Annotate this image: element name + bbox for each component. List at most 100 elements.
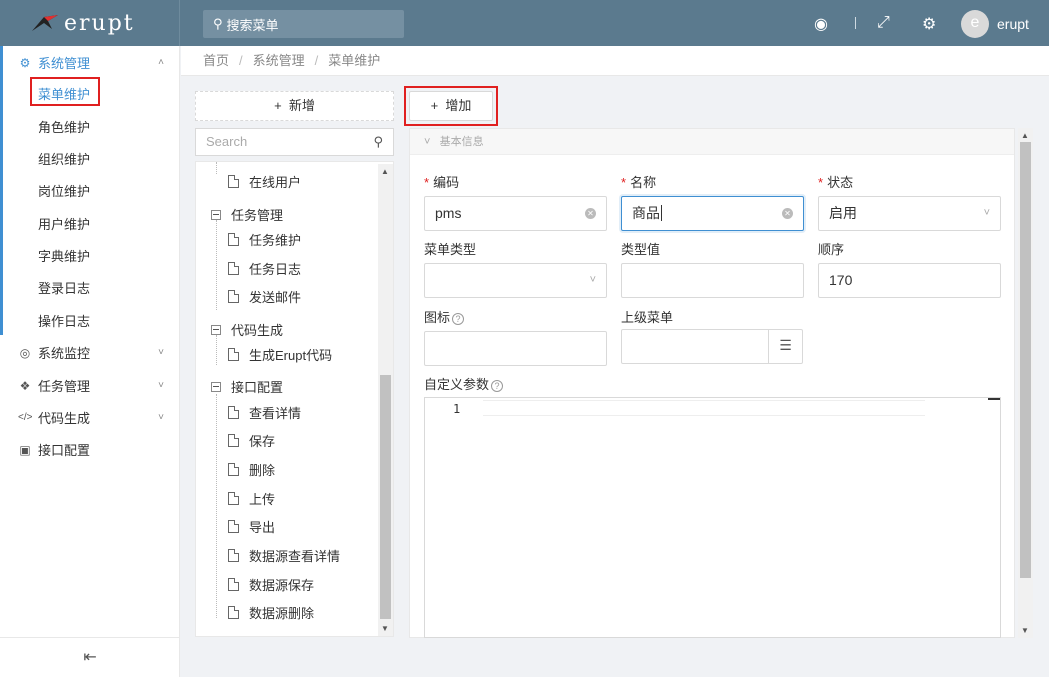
settings-gear-icon[interactable]: ⚙ <box>922 14 936 34</box>
tree-node[interactable]: 生成Erupt代码 <box>228 345 332 364</box>
tree-connector <box>216 162 217 174</box>
sidebar-group-label: 接口配置 <box>38 443 91 458</box>
sidebar-group-monitor[interactable]: ◎ 系统监控 ˅ <box>18 343 180 362</box>
chevron-down-icon: ˅ <box>158 412 164 423</box>
tree-node[interactable]: 任务日志 <box>228 259 301 278</box>
section-title: 基本信息 <box>439 136 484 148</box>
scroll-down-icon[interactable]: ▼ <box>381 624 389 633</box>
chevron-down-icon: ˅ <box>983 207 990 219</box>
file-icon <box>228 492 239 505</box>
tree-node[interactable]: 导出 <box>228 517 275 536</box>
tree-node[interactable]: 数据源查看详情 <box>228 546 340 565</box>
tree-node[interactable]: 在线用户 <box>228 172 301 191</box>
tree-node[interactable]: 数据源保存 <box>228 575 314 594</box>
name-field[interactable]: 商品 ✕ <box>621 196 804 231</box>
section-header-basic[interactable]: ˅ 基本信息 <box>410 129 1014 155</box>
tree-group-node[interactable]: 任务管理 <box>211 205 283 224</box>
top-header: erupt ⚲ 搜索菜单 ◉ ⤢ ⚙ e erupt <box>0 0 1049 46</box>
scroll-up-icon[interactable]: ▲ <box>1021 131 1029 140</box>
tree-group-node[interactable]: 代码生成 <box>211 320 283 339</box>
sidebar-item-org[interactable]: 组织维护 <box>38 149 90 168</box>
logo[interactable]: erupt <box>0 0 180 46</box>
monitor-icon: ◎ <box>19 345 31 360</box>
tree-search-placeholder: Search <box>206 134 248 149</box>
name-value: 商品 <box>632 205 660 221</box>
status-label: * 状态 <box>818 175 854 190</box>
fullscreen-icon[interactable]: ⤢ <box>877 14 890 32</box>
sidebar-group-label: 系统管理 <box>38 56 91 71</box>
status-select[interactable]: 启用 ˅ <box>818 196 1001 231</box>
file-icon <box>228 606 239 619</box>
help-icon[interactable]: ? <box>452 312 465 325</box>
file-icon <box>228 434 239 447</box>
chevron-down-icon: ˅ <box>424 136 431 148</box>
tree-node[interactable]: 发送邮件 <box>228 287 301 306</box>
file-icon <box>228 290 239 303</box>
avatar[interactable]: e <box>961 10 989 38</box>
required-mark: * <box>621 175 627 190</box>
required-mark: * <box>424 175 430 190</box>
tree-group-node[interactable]: 接口配置 <box>211 377 283 396</box>
icon-field[interactable] <box>424 331 607 366</box>
tree-search-input[interactable]: Search ⚲ <box>195 128 394 156</box>
parent-menu-label: 上级菜单 <box>621 310 674 325</box>
tree-node[interactable]: 数据源删除 <box>228 603 314 622</box>
sidebar-item-menu[interactable]: 菜单维护 <box>38 84 90 103</box>
icon-label: 图标? <box>424 307 465 326</box>
breadcrumb-current: 菜单维护 <box>328 53 381 68</box>
tree-node[interactable]: 任务维护 <box>228 230 301 249</box>
tree-node[interactable]: 删除 <box>228 460 275 479</box>
breadcrumb-home[interactable]: 首页 <box>203 53 229 68</box>
breadcrumb: 首页 / 系统管理 / 菜单维护 <box>181 46 1049 76</box>
tree-scrollbar[interactable]: ▲ ▼ <box>378 164 393 636</box>
username[interactable]: erupt <box>997 16 1029 32</box>
scroll-up-icon[interactable]: ▲ <box>381 167 389 176</box>
sidebar-group-label: 代码生成 <box>38 411 91 426</box>
search-icon: ⚲ <box>213 16 223 31</box>
breadcrumb-system[interactable]: 系统管理 <box>253 53 305 68</box>
sidebar-active-indicator <box>0 46 3 335</box>
sidebar-item-dict[interactable]: 字典维护 <box>38 246 90 265</box>
sidebar-group-codegen[interactable]: </> 代码生成 ˅ <box>18 408 180 427</box>
sidebar-group-api[interactable]: ▣ 接口配置 <box>18 440 180 459</box>
chevron-up-icon: ˄ <box>158 57 164 68</box>
code-label: * 编码 <box>424 175 460 190</box>
sidebar-item-operate-log[interactable]: 操作日志 <box>38 311 90 330</box>
chevron-down-icon: ˅ <box>158 380 164 391</box>
sidebar-group-label: 任务管理 <box>38 379 91 394</box>
menu-type-select[interactable]: ˅ <box>424 263 607 298</box>
type-value-field[interactable] <box>621 263 804 298</box>
record-icon[interactable]: ◉ <box>814 14 828 34</box>
sidebar-item-user[interactable]: 用户维护 <box>38 214 90 233</box>
tree-add-button[interactable]: + 新增 <box>195 91 394 121</box>
required-mark: * <box>818 175 824 190</box>
sidebar-group-task[interactable]: ❖ 任务管理 ˅ <box>18 376 180 395</box>
sidebar-item-login-log[interactable]: 登录日志 <box>38 278 90 297</box>
tree-connector <box>216 335 217 365</box>
clear-icon[interactable]: ✕ <box>782 208 793 219</box>
form-scroll-thumb[interactable] <box>1020 142 1031 578</box>
tree-scroll-thumb[interactable] <box>380 375 391 619</box>
menu-search-input[interactable]: ⚲ 搜索菜单 <box>203 10 404 38</box>
sidebar-item-role[interactable]: 角色维护 <box>38 117 90 136</box>
sidebar-collapse-button[interactable]: ⇤ <box>0 637 180 677</box>
file-icon <box>228 233 239 246</box>
order-label: 顺序 <box>818 242 845 257</box>
help-icon[interactable]: ? <box>491 379 504 392</box>
scroll-down-icon[interactable]: ▼ <box>1021 626 1029 635</box>
order-field[interactable]: 170 <box>818 263 1001 298</box>
sidebar-group-system[interactable]: ⚙ 系统管理 ˄ <box>18 53 180 72</box>
code-field[interactable]: pms ✕ <box>424 196 607 231</box>
tree-node[interactable]: 查看详情 <box>228 403 301 422</box>
clear-icon[interactable]: ✕ <box>585 208 596 219</box>
tree-node[interactable]: 保存 <box>228 431 275 450</box>
form-scrollbar[interactable]: ▲ ▼ <box>1018 128 1033 638</box>
list-icon[interactable]: ☰ <box>768 330 802 363</box>
tree-add-label: 新增 <box>288 98 315 113</box>
params-code-editor[interactable]: 1 <box>424 397 1001 638</box>
add-button[interactable]: + 增加 <box>409 91 493 121</box>
parent-menu-field[interactable]: ☰ <box>621 329 803 364</box>
tree-node[interactable]: 上传 <box>228 489 275 508</box>
menu-tree: 在线用户 任务管理 任务维护 任务日志 发送邮件 代码生成 生成Erupt代码 … <box>195 161 394 637</box>
sidebar-item-post[interactable]: 岗位维护 <box>38 181 90 200</box>
